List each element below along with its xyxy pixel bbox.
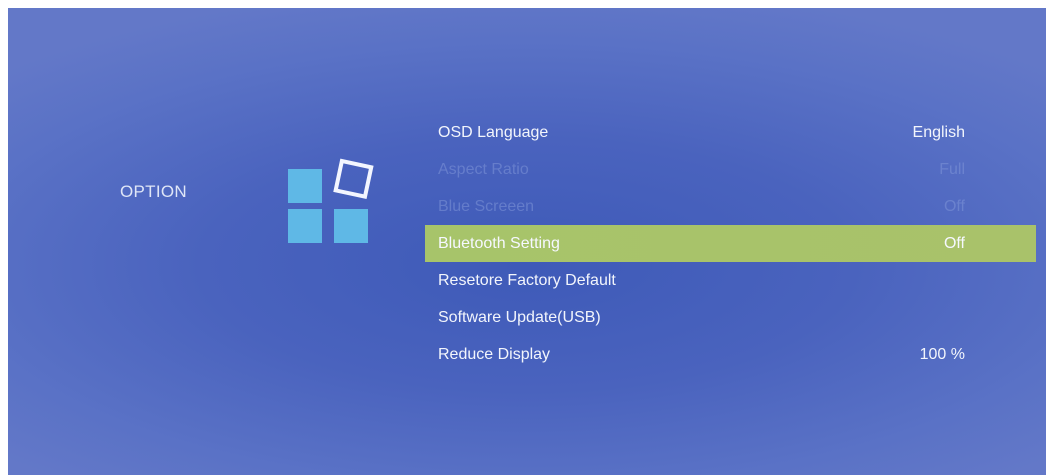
menu-item-label: Bluetooth Setting <box>438 235 560 252</box>
menu-item-label: Reduce Display <box>438 346 551 363</box>
section-title: OPTION <box>120 182 187 201</box>
menu-item-value: English <box>912 124 965 141</box>
menu-item-aspect-ratio: Aspect Ratio Full <box>425 151 1036 188</box>
menu-item-label: Software Update(USB) <box>438 309 601 326</box>
menu-item-label: Aspect Ratio <box>438 161 529 178</box>
menu-item-value: Off <box>943 235 965 252</box>
option-menu: OSD Language English Aspect Ratio Full B… <box>425 114 1036 373</box>
osd-screen: OPTION OSD Language English Aspect Ratio… <box>8 8 1046 475</box>
menu-item-restore-factory-default[interactable]: Resetore Factory Default <box>425 262 1036 299</box>
menu-item-label: Resetore Factory Default <box>438 272 616 289</box>
menu-item-value: Full <box>939 161 965 178</box>
menu-item-value: 100 % <box>919 346 965 363</box>
menu-item-software-update[interactable]: Software Update(USB) <box>425 299 1036 336</box>
option-grid-icon <box>288 158 374 243</box>
menu-item-label: OSD Language <box>438 124 549 141</box>
menu-item-blue-screen: Blue Screeen Off <box>425 188 1036 225</box>
menu-item-label: Blue Screeen <box>438 198 535 215</box>
menu-item-value: Off <box>943 198 965 215</box>
menu-item-bluetooth-setting[interactable]: Bluetooth Setting Off <box>425 225 1036 262</box>
menu-item-osd-language[interactable]: OSD Language English <box>425 114 1036 151</box>
menu-item-reduce-display[interactable]: Reduce Display 100 % <box>425 336 1036 373</box>
